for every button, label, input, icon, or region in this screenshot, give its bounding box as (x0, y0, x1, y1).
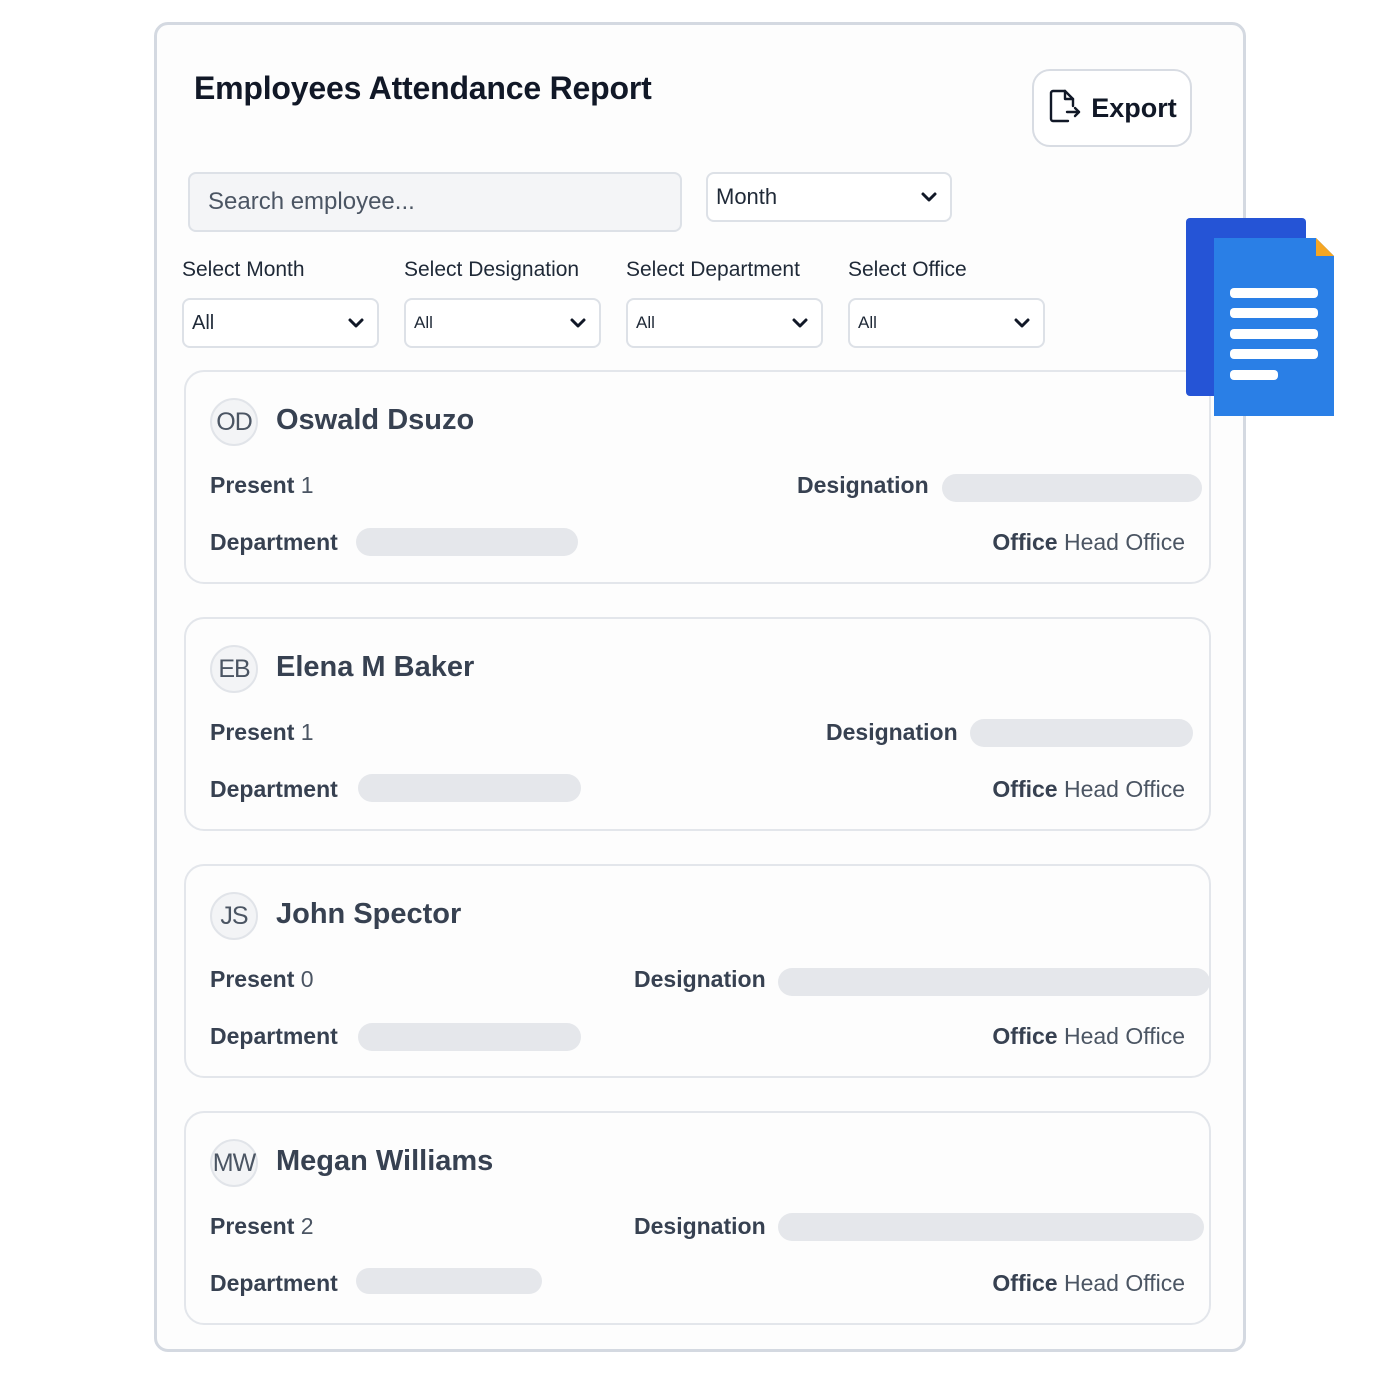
present-label: Present (210, 1213, 295, 1239)
designation-label: Designation (797, 472, 929, 498)
department-label: Department (210, 529, 338, 555)
present-count: 0 (300, 966, 314, 992)
office-row: Office Head Office (992, 1270, 1185, 1297)
present-label: Present (210, 472, 295, 498)
avatar: MW (210, 1139, 258, 1187)
office-value: Head Office (1063, 1023, 1185, 1049)
avatar: OD (210, 398, 258, 446)
chevron-down-icon (570, 318, 586, 328)
present-row: Present 1 (210, 719, 314, 746)
department-value-redacted (358, 1023, 581, 1051)
department-value-redacted (356, 1268, 542, 1294)
present-row: Present 0 (210, 966, 314, 993)
employee-name: Elena M Baker (276, 651, 475, 683)
designation-value-redacted (778, 968, 1210, 996)
present-label: Present (210, 719, 295, 745)
avatar: JS (210, 892, 258, 940)
department-filter-select[interactable]: All (626, 298, 823, 348)
chevron-down-icon (792, 318, 808, 328)
designation-label: Designation (634, 966, 766, 992)
chevron-down-icon (1014, 318, 1030, 328)
department-label: Department (210, 776, 338, 802)
office-label: Office (992, 529, 1058, 555)
present-row: Present 1 (210, 472, 314, 499)
avatar: EB (210, 645, 258, 693)
filter-label-office: Select Office (848, 258, 967, 281)
chevron-down-icon (348, 318, 364, 328)
employee-name: Oswald Dsuzo (276, 404, 475, 436)
present-row: Present 2 (210, 1213, 314, 1240)
employee-name: John Spector (276, 898, 462, 930)
search-input[interactable] (188, 172, 682, 232)
export-button[interactable]: Export (1032, 69, 1192, 147)
filter-label-department: Select Department (626, 258, 800, 281)
period-select-value: Month (716, 184, 778, 209)
employee-card[interactable]: OD Oswald Dsuzo Present 1 Designation De… (184, 370, 1211, 584)
present-label: Present (210, 966, 295, 992)
office-filter-select[interactable]: All (848, 298, 1045, 348)
employee-card[interactable]: EB Elena M Baker Present 1 Designation D… (184, 617, 1211, 831)
designation-value-redacted (942, 474, 1202, 502)
present-count: 2 (300, 1213, 314, 1239)
office-row: Office Head Office (992, 776, 1185, 803)
employee-card[interactable]: MW Megan Williams Present 2 Designation … (184, 1111, 1211, 1325)
month-filter-select[interactable]: All (182, 298, 379, 348)
designation-label: Designation (826, 719, 958, 745)
designation-value-redacted (970, 719, 1193, 747)
export-label: Export (1091, 92, 1177, 123)
month-filter-value: All (192, 311, 215, 334)
employee-name: Megan Williams (276, 1145, 494, 1177)
office-label: Office (992, 776, 1058, 802)
page-title: Employees Attendance Report (194, 70, 652, 106)
department-label: Department (210, 1023, 338, 1049)
department-value-redacted (358, 774, 581, 802)
present-count: 1 (300, 472, 314, 498)
designation-filter-value: All (414, 313, 433, 332)
department-filter-value: All (636, 313, 655, 332)
office-row: Office Head Office (992, 1023, 1185, 1050)
department-label: Department (210, 1270, 338, 1296)
google-docs-icon (1186, 218, 1334, 416)
office-value: Head Office (1063, 1270, 1185, 1296)
export-file-icon (1047, 88, 1081, 129)
office-row: Office Head Office (992, 529, 1185, 556)
employee-card[interactable]: JS John Spector Present 0 Designation De… (184, 864, 1211, 1078)
designation-label: Designation (634, 1213, 766, 1239)
present-count: 1 (300, 719, 314, 745)
designation-filter-select[interactable]: All (404, 298, 601, 348)
office-value: Head Office (1063, 529, 1185, 555)
filter-label-designation: Select Designation (404, 258, 580, 281)
chevron-down-icon (921, 192, 937, 202)
department-value-redacted (356, 528, 578, 556)
office-filter-value: All (858, 313, 877, 332)
filter-label-month: Select Month (182, 258, 305, 281)
designation-value-redacted (778, 1213, 1204, 1241)
office-label: Office (992, 1270, 1058, 1296)
office-label: Office (992, 1023, 1058, 1049)
period-select[interactable]: Month (706, 172, 952, 222)
office-value: Head Office (1063, 776, 1185, 802)
